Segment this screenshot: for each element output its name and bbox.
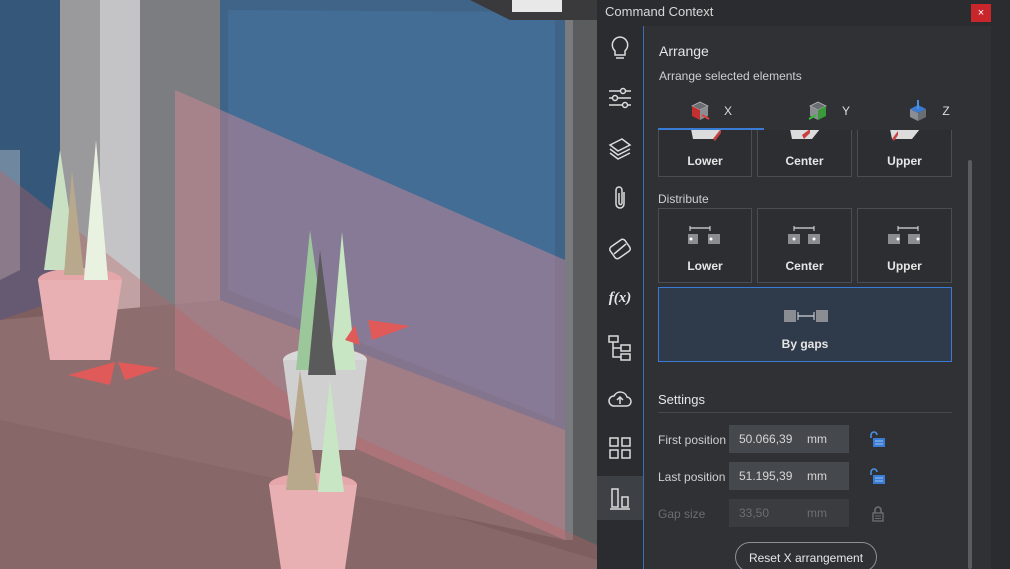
grid-icon[interactable] <box>597 426 643 470</box>
first-position-field[interactable]: 50.066,39 mm <box>729 425 849 453</box>
settings-divider <box>658 412 952 413</box>
tab-x[interactable]: X <box>658 94 764 130</box>
context-icon-bar: f(x) <box>597 26 643 569</box>
paperclip-icon[interactable] <box>597 176 643 220</box>
gap-size-value: 33,50 <box>739 506 770 520</box>
last-position-value: 51.195,39 <box>739 469 793 483</box>
cloud-upload-icon[interactable] <box>597 376 643 420</box>
distribute-lower-icon <box>688 226 720 244</box>
settings-heading: Settings <box>658 392 705 407</box>
last-position-unit: mm <box>807 469 827 483</box>
distribute-center-button[interactable]: Center <box>757 208 852 283</box>
unlock-icon[interactable] <box>868 467 888 487</box>
last-position-field[interactable]: 51.195,39 mm <box>729 462 849 490</box>
distribute-lower-label: Lower <box>687 259 723 273</box>
tab-x-label: X <box>723 104 732 118</box>
distribute-center-icon <box>788 226 820 244</box>
arrange-content: Arrange Arrange selected elements X Y Z … <box>643 26 992 569</box>
close-button[interactable]: × <box>971 4 991 22</box>
first-position-label: First position <box>658 433 727 447</box>
distribute-lower-button[interactable]: Lower <box>658 208 752 283</box>
function-icon-label: f(x) <box>608 289 632 306</box>
align-center-button[interactable]: Center <box>757 130 852 177</box>
align-lower-button[interactable]: Lower <box>658 130 752 177</box>
distribute-by-gaps-button[interactable]: By gaps <box>658 287 952 362</box>
lock-icon <box>872 506 884 522</box>
panel-titlebar: Command Context × <box>597 0 1010 26</box>
unlock-icon[interactable] <box>868 430 888 450</box>
tab-z-label: Z <box>942 104 950 118</box>
function-icon[interactable]: f(x) <box>597 276 643 320</box>
axis-tabs: X Y Z <box>658 94 968 130</box>
panel-title: Command Context <box>605 4 714 19</box>
command-context-panel: Command Context × f(x) Arrange Arrange s… <box>597 0 1010 569</box>
gap-size-field: 33,50 mm <box>729 499 849 527</box>
first-position-unit: mm <box>807 432 827 446</box>
tab-z[interactable]: Z <box>884 94 974 128</box>
align-icon[interactable] <box>597 476 643 520</box>
align-upper-label: Upper <box>887 154 922 168</box>
align-center-label: Center <box>785 154 824 168</box>
reset-arrangement-button[interactable]: Reset X arrangement <box>735 542 877 569</box>
align-upper-button[interactable]: Upper <box>857 130 952 177</box>
distribute-center-label: Center <box>785 259 824 273</box>
tab-y-label: Y <box>841 104 850 118</box>
arrange-scroll-area[interactable]: Lower Center Upper Distribute Lower Cent… <box>658 130 978 569</box>
align-upper-icon <box>890 130 920 141</box>
axis-z-cube-icon <box>910 100 927 121</box>
arrange-heading: Arrange <box>659 43 709 59</box>
tab-y[interactable]: Y <box>784 94 874 128</box>
tree-icon[interactable] <box>597 326 643 370</box>
layers-icon[interactable] <box>597 127 643 171</box>
align-center-icon <box>790 130 820 139</box>
gap-size-label: Gap size <box>658 507 706 521</box>
first-position-value: 50.066,39 <box>739 432 793 446</box>
last-position-label: Last position <box>658 470 726 484</box>
viewport-scene <box>0 0 597 569</box>
by-gaps-label: By gaps <box>781 337 829 351</box>
arrange-subtitle: Arrange selected elements <box>659 69 802 83</box>
scrollbar-thumb[interactable] <box>968 160 972 569</box>
lightbulb-icon[interactable] <box>597 26 643 70</box>
by-gaps-icon <box>784 310 828 322</box>
panel-right-strip <box>991 26 1010 569</box>
materials-icon[interactable] <box>597 226 643 270</box>
align-lower-icon <box>691 130 721 141</box>
distribute-upper-icon <box>888 226 920 244</box>
distribute-upper-label: Upper <box>887 259 922 273</box>
axis-y-cube-icon <box>808 101 827 120</box>
axis-x-cube-icon <box>691 101 710 120</box>
distribute-upper-button[interactable]: Upper <box>857 208 952 283</box>
gap-size-unit: mm <box>807 506 827 520</box>
sliders-icon[interactable] <box>597 76 643 120</box>
3d-viewport[interactable] <box>0 0 597 569</box>
distribute-label: Distribute <box>658 192 709 206</box>
align-lower-label: Lower <box>687 154 723 168</box>
